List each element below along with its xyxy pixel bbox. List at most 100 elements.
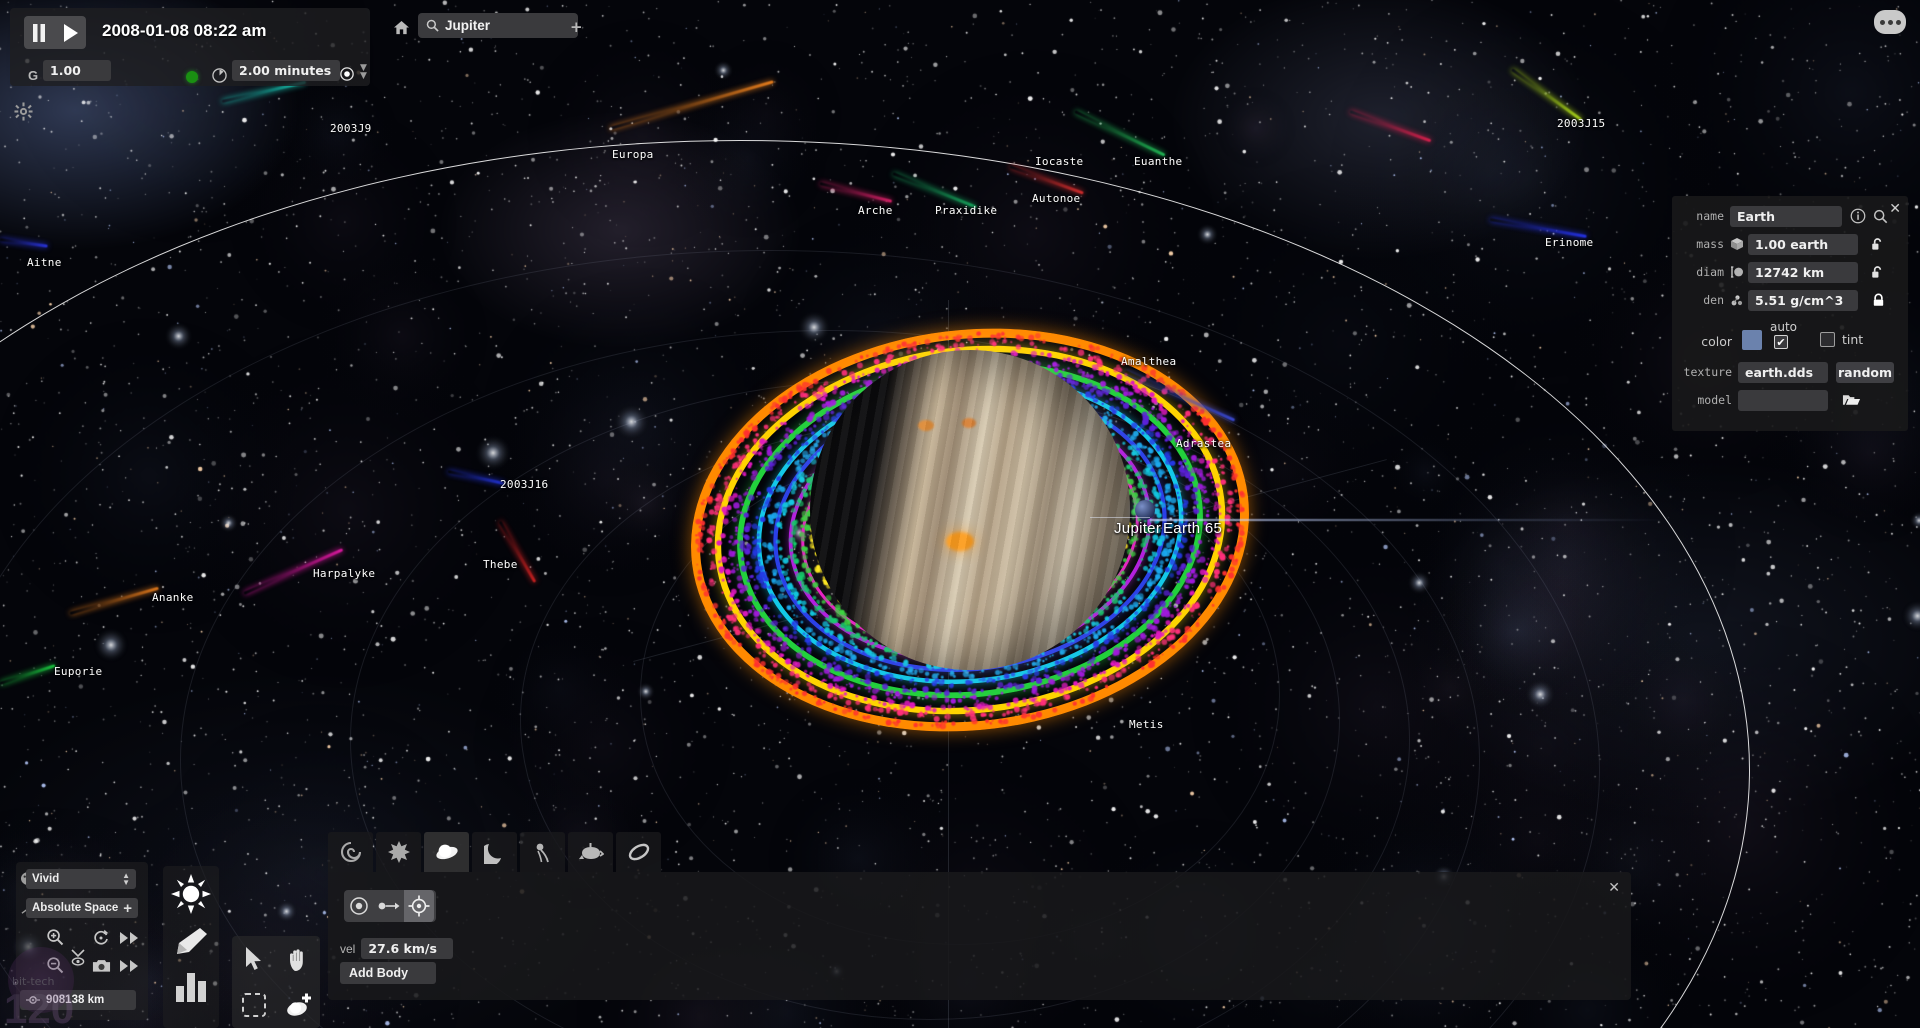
- property-row-color: color auto ✔ tint: [1672, 320, 1908, 358]
- search-value: Jupiter: [445, 18, 491, 33]
- ellipsis-icon[interactable]: [1874, 10, 1906, 34]
- tab-rings[interactable]: [616, 832, 661, 872]
- search-icon: [426, 19, 439, 32]
- simulation-date: 2008-01-08 08:22 am: [102, 21, 267, 40]
- unlocked-icon[interactable]: [1870, 237, 1885, 252]
- property-label-name: name: [1696, 209, 1724, 223]
- tab-stars[interactable]: [376, 832, 421, 872]
- add-body-panel: vel 27.6 km/s ✕: [328, 872, 1631, 1000]
- pointer-icon[interactable]: [243, 946, 265, 972]
- zoom-out-icon[interactable]: [46, 956, 64, 974]
- close-icon[interactable]: ✕: [1608, 880, 1620, 896]
- property-row-density: den 5.51 g/cm^3: [1672, 288, 1908, 312]
- camera-distance-field[interactable]: 908138 km: [20, 990, 136, 1010]
- frame-add-icon[interactable]: +: [123, 900, 132, 917]
- home-icon[interactable]: [393, 20, 410, 35]
- earth-velocity-vector: [1150, 519, 1670, 521]
- property-label-diam: diam: [1696, 265, 1724, 279]
- tab-misc[interactable]: [568, 832, 613, 872]
- gravity-label: G: [28, 68, 39, 83]
- velocity-label: vel: [340, 941, 356, 956]
- color-label: color: [1701, 334, 1732, 349]
- property-label-density: den: [1703, 293, 1724, 307]
- model-value[interactable]: [1738, 389, 1828, 411]
- jupiter-spot-2: [962, 418, 976, 428]
- direct-mode-icon[interactable]: [374, 890, 404, 922]
- search-input[interactable]: Jupiter: [418, 13, 578, 38]
- property-value-mass[interactable]: 1.00 earth: [1748, 233, 1858, 255]
- velocity-row: vel 27.6 km/s: [340, 938, 454, 959]
- random-texture-button[interactable]: random: [1836, 361, 1894, 383]
- jupiter-surface: [810, 350, 1130, 670]
- distance-icon: [26, 994, 40, 1006]
- property-value-density[interactable]: 5.51 g/cm^3: [1748, 289, 1858, 311]
- simulation-window: 2003J9 Europa Iocaste Euanthe Autonoe Praxidi…: [0, 0, 1920, 1028]
- molecule-icon: [1730, 293, 1744, 307]
- color-swatch[interactable]: [1742, 330, 1762, 350]
- time-control-panel: 2008-01-08 08:22 am G 1.00 2.00 minutes …: [10, 8, 370, 86]
- pause-icon[interactable]: [32, 23, 46, 42]
- property-row-diam: diam 12742 km: [1672, 260, 1908, 284]
- camera-distance-value: 908138 km: [46, 994, 105, 1006]
- tab-galaxies[interactable]: [328, 832, 373, 872]
- render-mode-select[interactable]: Vivid ▲ ▼: [26, 869, 136, 889]
- gravity-label-wrap: G: [28, 65, 38, 84]
- sun-icon[interactable]: [171, 874, 211, 914]
- velocity-input[interactable]: 27.6 km/s: [361, 938, 454, 959]
- reference-frame-select[interactable]: Absolute Space +: [26, 898, 138, 918]
- tab-planets[interactable]: [424, 832, 469, 872]
- status-indicator: [186, 71, 198, 83]
- add-body-icon[interactable]: [283, 992, 313, 1018]
- hand-icon[interactable]: [285, 946, 311, 972]
- auto-label: auto: [1770, 320, 1798, 334]
- spinner-updown-icon[interactable]: ▲ ▼: [122, 872, 130, 887]
- brush-icon[interactable]: [173, 926, 209, 958]
- transport-controls[interactable]: [24, 16, 86, 49]
- record-icon[interactable]: [340, 67, 354, 81]
- info-icon[interactable]: [1850, 208, 1866, 224]
- spinner-updown-icon[interactable]: ▼ ▼: [360, 64, 367, 81]
- property-label-mass: mass: [1696, 237, 1724, 251]
- property-value-diam[interactable]: 12742 km: [1748, 261, 1858, 283]
- eye-up-icon[interactable]: [69, 948, 87, 968]
- fast-forward-icon[interactable]: [120, 932, 140, 944]
- property-row-texture: texture earth.dds random: [1672, 360, 1908, 384]
- auto-checkbox[interactable]: ✔: [1774, 335, 1788, 349]
- plus-icon[interactable]: +: [570, 18, 583, 36]
- chart-icon[interactable]: [174, 970, 208, 1002]
- jupiter-leader-line: [1090, 517, 1150, 518]
- texture-label: texture: [1683, 365, 1732, 379]
- rotate-icon[interactable]: [92, 928, 110, 946]
- fast-forward-icon[interactable]: [120, 960, 140, 972]
- jupiter-spot-1: [918, 420, 934, 431]
- tab-moons[interactable]: [472, 832, 517, 872]
- play-icon[interactable]: [63, 23, 78, 42]
- locked-icon[interactable]: [1871, 293, 1886, 308]
- orbit-mode-icon[interactable]: [344, 890, 374, 922]
- search-icon[interactable]: [1873, 209, 1888, 224]
- clock-icon: [212, 68, 227, 83]
- zoom-in-icon[interactable]: [46, 928, 64, 946]
- add-body-button[interactable]: Add Body: [340, 962, 436, 984]
- gravity-input[interactable]: 1.00: [43, 60, 111, 81]
- folder-open-icon[interactable]: [1842, 392, 1861, 408]
- cube-icon: [1730, 237, 1744, 251]
- property-value-name[interactable]: Earth: [1730, 205, 1842, 227]
- camera-icon[interactable]: [92, 958, 111, 973]
- cursor-tool-strip: [232, 936, 320, 1028]
- jupiter-body[interactable]: [810, 350, 1130, 670]
- tint-checkbox[interactable]: [1820, 332, 1835, 347]
- properties-panel: ✕ name Earth mass 1.00 earth diam 12742 …: [1672, 196, 1908, 431]
- unlocked-icon[interactable]: [1870, 265, 1885, 280]
- marquee-icon[interactable]: [241, 992, 267, 1018]
- tab-comets[interactable]: [520, 832, 565, 872]
- property-row-name: name Earth: [1672, 204, 1908, 228]
- target-mode-icon[interactable]: [404, 890, 434, 922]
- gear-icon[interactable]: [14, 102, 33, 121]
- reference-frame-value: Absolute Space: [32, 902, 119, 914]
- placement-mode-group: [344, 890, 436, 922]
- property-row-model: model: [1672, 388, 1908, 412]
- timestep-input[interactable]: 2.00 minutes: [232, 60, 340, 81]
- model-label: model: [1697, 393, 1732, 407]
- texture-value[interactable]: earth.dds: [1738, 361, 1828, 383]
